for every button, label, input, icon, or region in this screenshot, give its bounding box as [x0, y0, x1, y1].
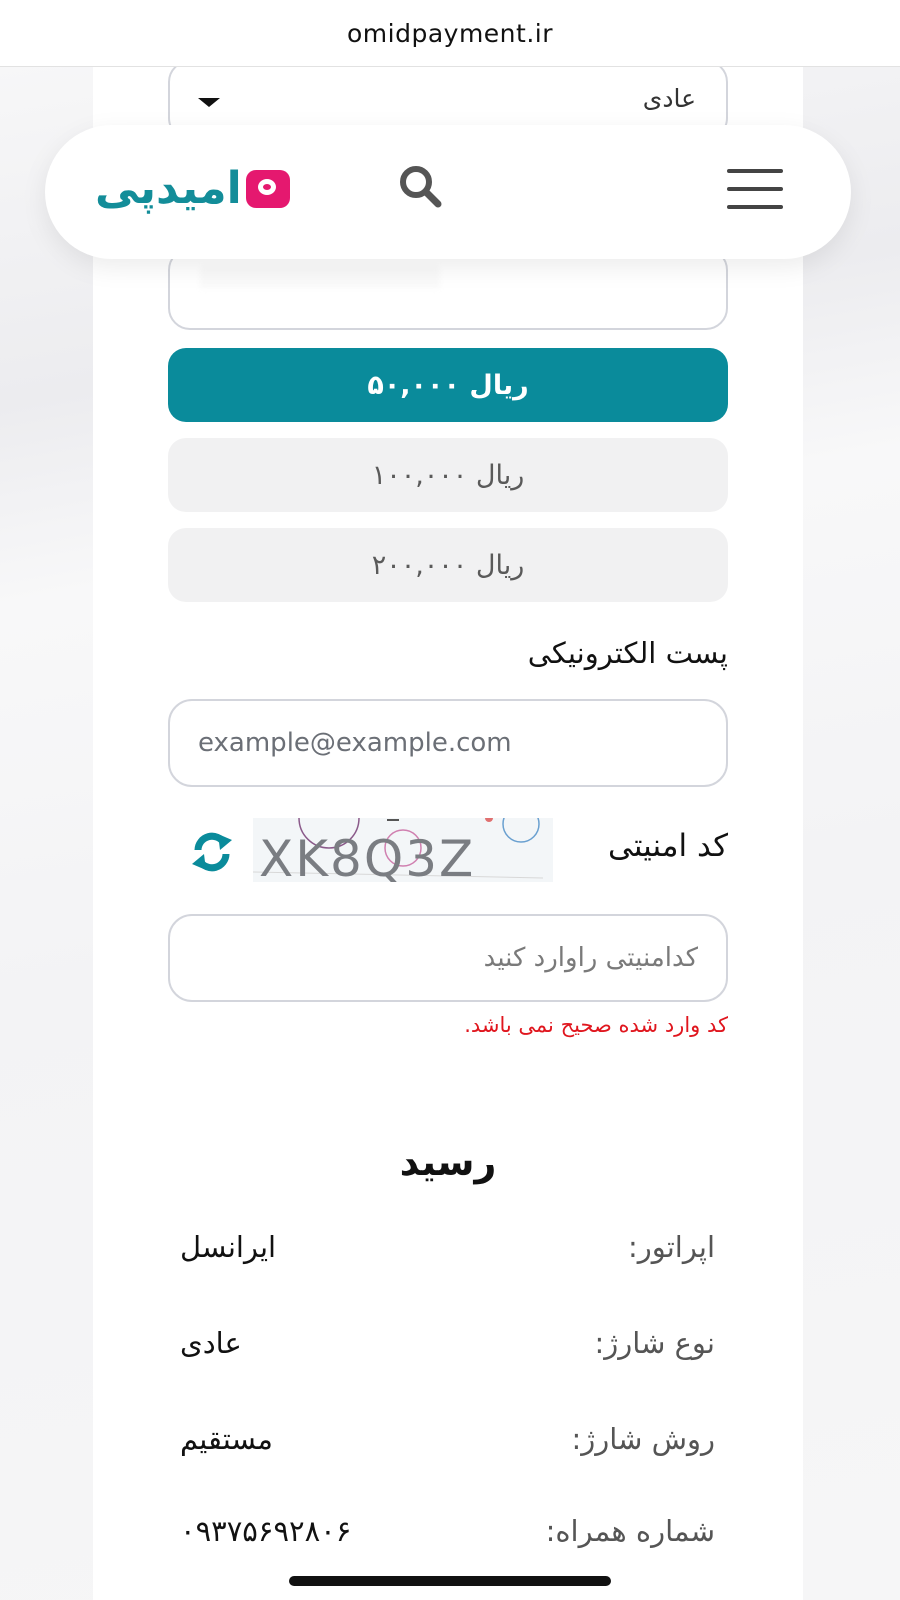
receipt-value: ۰۹۳۷۵۶۹۲۸۰۶: [180, 1514, 352, 1548]
receipt-row-operator: اپراتور: ایرانسل: [180, 1230, 715, 1280]
phone-number-field[interactable]: [168, 248, 728, 330]
caret-down-icon: [198, 98, 220, 107]
email-input[interactable]: [168, 699, 728, 787]
menu-line: [727, 169, 783, 173]
browser-url-bar[interactable]: omidpayment.ir: [0, 0, 900, 67]
captcha-input[interactable]: [168, 914, 728, 1002]
menu-line: [727, 205, 783, 209]
receipt-key: نوع شارژ:: [594, 1326, 716, 1360]
amount-option-200000[interactable]: ۲۰۰,۰۰۰ ریال: [168, 528, 728, 602]
refresh-icon[interactable]: [190, 830, 234, 878]
receipt-key: شماره همراه:: [545, 1514, 715, 1548]
captcha-image: XK8Q3Z: [253, 818, 553, 882]
receipt-value: ایرانسل: [180, 1230, 277, 1264]
logo-text: امیدپی: [95, 163, 243, 214]
captcha-error-message: کد وارد شده صحیح نمی باشد.: [464, 1013, 728, 1037]
logo-mark-icon: [245, 169, 290, 208]
receipt-title: رسید: [399, 1140, 497, 1184]
captcha-label: کد امنیتی: [607, 828, 728, 864]
home-indicator[interactable]: [289, 1576, 611, 1586]
amount-option-100000[interactable]: ۱۰۰,۰۰۰ ریال: [168, 438, 728, 512]
url-text: omidpayment.ir: [347, 18, 553, 48]
amount-option-50000[interactable]: ۵۰,۰۰۰ ریال: [168, 348, 728, 422]
receipt-value: مستقیم: [180, 1422, 273, 1456]
receipt-key: اپراتور:: [627, 1230, 715, 1264]
hamburger-menu-icon[interactable]: [727, 169, 783, 209]
omidpay-logo[interactable]: امیدپی: [95, 163, 290, 214]
captcha-text: XK8Q3Z: [259, 830, 476, 882]
site-header: امیدپی: [45, 125, 851, 259]
charge-type-value: عادی: [642, 84, 696, 113]
menu-line: [727, 187, 783, 191]
receipt-row-charge-type: نوع شارژ: عادی: [180, 1326, 715, 1376]
search-icon[interactable]: [397, 163, 443, 213]
receipt-key: روش شارژ:: [571, 1422, 715, 1456]
receipt-row-mobile-number: شماره همراه: ۰۹۳۷۵۶۹۲۸۰۶: [180, 1514, 715, 1564]
blurred-value: [200, 266, 440, 288]
receipt-value: عادی: [180, 1326, 242, 1360]
receipt-row-charge-method: روش شارژ: مستقیم: [180, 1422, 715, 1472]
email-label: پست الکترونیکی: [527, 636, 728, 670]
